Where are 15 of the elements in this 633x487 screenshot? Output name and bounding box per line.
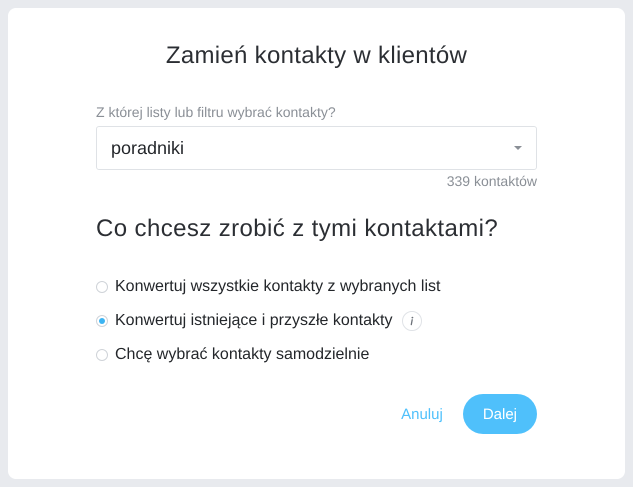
next-button[interactable]: Dalej [462,394,537,434]
option-label: Chcę wybrać kontakty samodzielnie [115,346,370,364]
dialog-title: Zamień kontakty w klientów [166,42,468,70]
radio-button[interactable] [96,281,108,293]
info-icon[interactable] [402,311,422,331]
field-label: Z której listy lub filtru wybrać kontakty? [96,104,337,120]
list-select[interactable]: poradniki [96,126,537,170]
cancel-button[interactable]: Anuluj [401,398,443,430]
radio-button[interactable] [96,349,108,361]
option-label: Konwertuj wszystkie kontakty z wybranych list [115,278,440,296]
radio-button[interactable] [96,315,108,327]
section-heading: Co chcesz zrobić z tymi kontaktami? [96,215,500,243]
option-label: Konwertuj istniejące i przyszłe kontakty [115,312,392,330]
caret-icon [514,146,522,150]
contact-count: 339 kontaktów [446,173,537,189]
